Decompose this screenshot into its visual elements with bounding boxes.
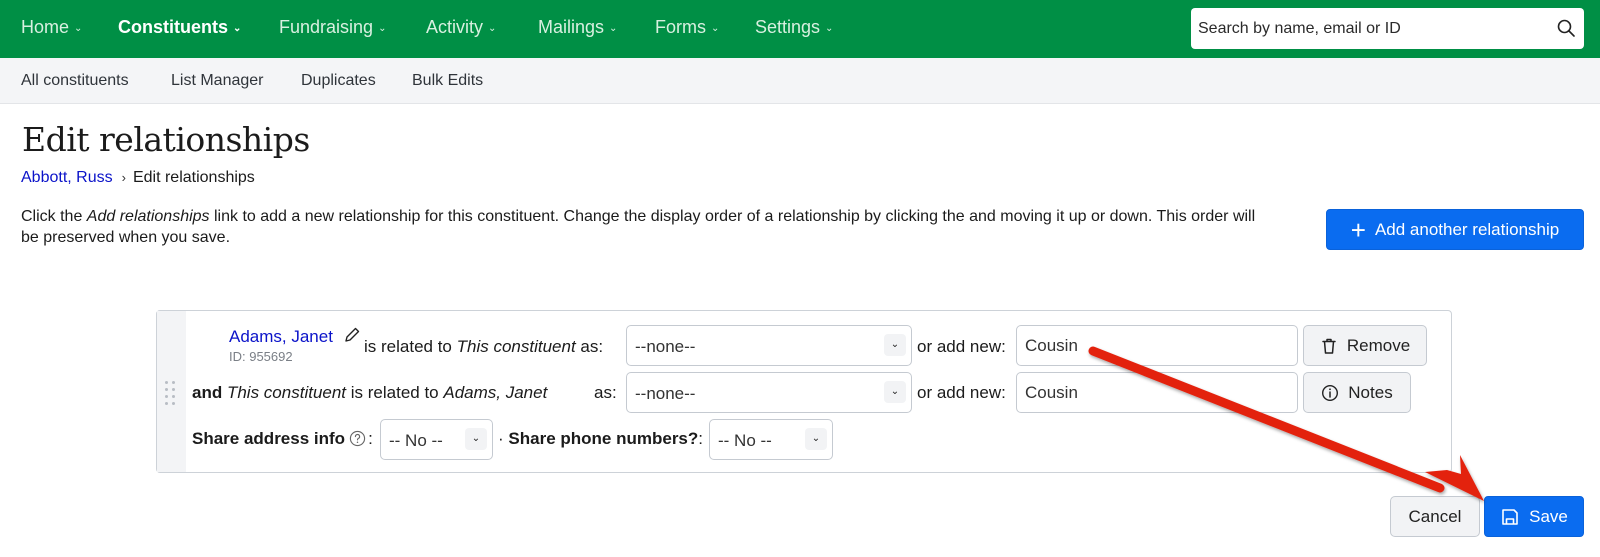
nav-item-label: Activity: [426, 17, 484, 37]
select-value: --none--: [635, 384, 696, 403]
new-relationship-field-1: [1016, 325, 1298, 366]
breadcrumb: Abbott, Russ › Edit relationships: [21, 169, 255, 187]
colon: :: [368, 429, 373, 448]
nav-item-label: Home: [21, 17, 70, 37]
nav-item-fundraising[interactable]: Fundraising ⌄: [279, 17, 386, 38]
button-label: Save: [1529, 506, 1568, 526]
and-label: and: [192, 383, 223, 402]
nav-item-mailings[interactable]: Mailings ⌄: [538, 17, 617, 38]
nav-item-activity[interactable]: Activity ⌄: [426, 17, 496, 38]
remove-button[interactable]: Remove: [1303, 325, 1427, 366]
text-italic: Adams, Janet: [443, 383, 548, 402]
text: is related to: [364, 337, 457, 356]
share-address-select[interactable]: -- No -- ⌄: [380, 419, 493, 460]
text-italic: This constituent: [456, 337, 576, 356]
breadcrumb-parent-link[interactable]: Abbott, Russ: [21, 169, 113, 186]
nav-item-home[interactable]: Home ⌄: [21, 17, 82, 38]
nav-item-forms[interactable]: Forms ⌄: [655, 17, 719, 38]
nav-item-label: Fundraising: [279, 17, 374, 37]
text: is related to: [346, 383, 444, 402]
new-relationship-input-1[interactable]: [1017, 326, 1297, 365]
nav-item-label: Settings: [755, 17, 821, 37]
nav-item-settings[interactable]: Settings ⌄: [755, 17, 833, 38]
chevron-down-icon: ⌄: [488, 23, 497, 34]
save-button[interactable]: Save: [1484, 496, 1584, 537]
or-add-new-label-1: or add new:: [917, 337, 1006, 356]
new-relationship-field-2: [1016, 372, 1298, 413]
drag-handle-icon[interactable]: [165, 381, 179, 405]
sub-navigation-bar: All constituents List Manager Duplicates…: [0, 58, 1600, 104]
trash-icon: [1322, 338, 1336, 354]
button-label: Add another relationship: [1374, 219, 1560, 239]
subnav-item-list-manager[interactable]: List Manager: [171, 72, 264, 90]
chevron-down-icon: ⌄: [74, 23, 83, 34]
share-phone-label: · Share phone numbers?:: [498, 429, 703, 449]
relationship-type-select-2[interactable]: --none-- ⌄: [626, 372, 912, 413]
separator: ·: [498, 429, 504, 448]
search-input[interactable]: [1198, 8, 1538, 49]
chevron-down-icon: ⌄: [233, 23, 242, 34]
page-title: Edit relationships: [22, 120, 310, 159]
description-text: Click the: [21, 208, 87, 225]
search-icon[interactable]: [1556, 18, 1576, 38]
relationship-row1-text: is related to This constituent as:: [364, 337, 603, 357]
label-text: Share address info: [192, 429, 346, 448]
chevron-down-icon: ⌄: [465, 428, 487, 450]
search-box: [1191, 8, 1584, 49]
top-navigation-bar: Home ⌄ Constituents ⌄ Fundraising ⌄ Activit…: [0, 0, 1600, 58]
button-label: Notes: [1348, 382, 1393, 402]
relationship-card: Adams, Janet ID: 955692 is related to Th…: [156, 310, 1452, 473]
pencil-icon[interactable]: [343, 326, 361, 344]
plus-icon: +: [1350, 214, 1366, 245]
related-constituent-link[interactable]: Adams, Janet: [229, 327, 333, 347]
text-italic: This constituent: [226, 383, 347, 402]
breadcrumb-separator: ›: [121, 170, 126, 185]
subnav-item-bulk-edits[interactable]: Bulk Edits: [412, 72, 483, 90]
select-value: --none--: [635, 337, 696, 356]
relationship-type-select-1[interactable]: --none-- ⌄: [626, 325, 912, 366]
nav-item-label: Forms: [655, 17, 706, 37]
chevron-down-icon: ⌄: [609, 23, 618, 34]
subnav-item-duplicates[interactable]: Duplicates: [301, 72, 376, 90]
select-value: -- No --: [389, 431, 443, 450]
share-address-label: Share address info :: [192, 429, 373, 449]
chevron-down-icon: ⌄: [805, 428, 827, 450]
description-italic: Add relationships: [86, 208, 210, 225]
constituent-id: ID: 955692: [229, 349, 293, 364]
chevron-down-icon: ⌄: [884, 381, 906, 403]
new-relationship-input-2[interactable]: [1017, 373, 1297, 412]
label-text: Share phone numbers?: [508, 429, 699, 448]
chevron-down-icon: ⌄: [825, 23, 834, 34]
nav-item-label: Constituents: [118, 17, 228, 37]
text: as:: [575, 337, 604, 356]
chevron-down-icon: ⌄: [884, 334, 906, 356]
relationship-row2-text: and This constituent is related to Adams…: [192, 383, 547, 403]
breadcrumb-current: Edit relationships: [132, 169, 255, 186]
chevron-down-icon: ⌄: [378, 23, 387, 34]
as-label: as:: [594, 383, 617, 402]
button-label: Remove: [1346, 335, 1411, 355]
help-icon[interactable]: [349, 430, 366, 447]
nav-item-label: Mailings: [538, 17, 605, 37]
colon: :: [698, 429, 704, 448]
info-icon: [1322, 384, 1339, 401]
select-value: -- No --: [718, 431, 772, 450]
floppy-disk-icon: [1502, 508, 1518, 525]
cancel-button[interactable]: Cancel: [1390, 496, 1480, 537]
or-add-new-label-2: or add new:: [917, 383, 1006, 402]
button-label: Cancel: [1408, 506, 1462, 526]
page-description: Click the Add relationships link to add …: [21, 206, 1271, 248]
notes-button[interactable]: Notes: [1303, 372, 1411, 413]
add-another-relationship-button[interactable]: + Add another relationship: [1326, 209, 1584, 250]
nav-item-constituents[interactable]: Constituents ⌄: [118, 17, 241, 38]
share-phone-select[interactable]: -- No -- ⌄: [709, 419, 833, 460]
chevron-down-icon: ⌄: [711, 23, 720, 34]
subnav-item-all-constituents[interactable]: All constituents: [21, 72, 129, 90]
drag-column[interactable]: [157, 311, 186, 472]
